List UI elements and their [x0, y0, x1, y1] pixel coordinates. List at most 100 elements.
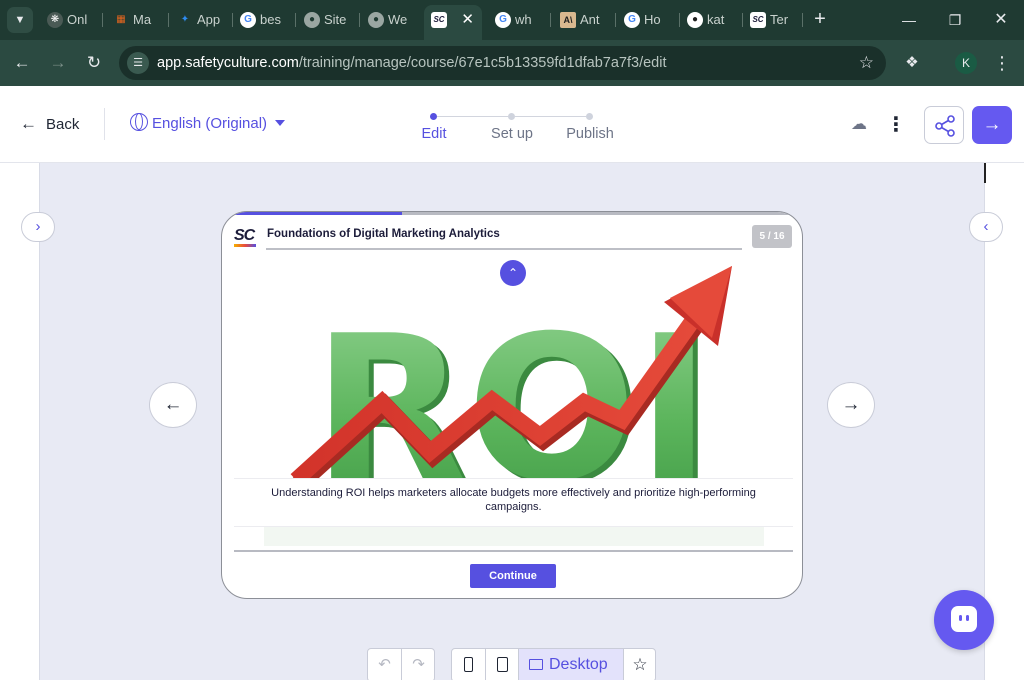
editor-canvas: › ‹ ← → SC Foundations of Digital Market… — [0, 163, 1024, 680]
step-setup[interactable]: Set up — [491, 126, 533, 142]
google-icon: G — [240, 12, 256, 28]
chevron-right-icon: › — [35, 218, 41, 235]
monitor-icon — [529, 659, 543, 670]
browser-tab[interactable]: ● Site — [297, 5, 360, 35]
course-progress-track — [222, 212, 802, 215]
restore-button[interactable]: ❐ — [932, 0, 978, 40]
safetyculture-icon: SC — [750, 12, 766, 28]
desktop-view-button[interactable]: Desktop — [519, 649, 623, 680]
url-text: app.safetyculture.com/training/manage/co… — [157, 55, 667, 71]
github-icon: ● — [687, 12, 703, 28]
forward-nav-icon[interactable]: → — [46, 51, 70, 75]
step-edit[interactable]: Edit — [422, 126, 447, 142]
tablet-icon — [496, 657, 508, 672]
share-button[interactable] — [924, 106, 964, 144]
history-toolbar: ↶ ↷ — [367, 648, 435, 680]
continue-button[interactable]: Continue — [470, 564, 556, 588]
phone-icon — [464, 657, 473, 672]
device-toolbar: Desktop ☆ — [451, 648, 656, 680]
step-dot-publish — [586, 113, 593, 120]
reload-icon[interactable]: ↻ — [82, 51, 106, 75]
slide-content[interactable]: ⌃ ROI ROI Understanding ROI helps market… — [234, 254, 793, 546]
expand-right-panel-button[interactable]: ‹ — [969, 212, 1003, 242]
arrow-left-icon: ← — [20, 114, 37, 133]
share-icon — [935, 115, 955, 137]
back-button[interactable]: ← Back — [20, 112, 79, 136]
course-logo: SC — [234, 227, 258, 247]
google-icon: G — [495, 12, 511, 28]
caret-down-icon — [275, 120, 286, 126]
globe-icon — [130, 112, 148, 131]
google-icon: G — [624, 12, 640, 28]
course-progress-fill — [222, 212, 403, 215]
arrow-right-icon: → — [841, 394, 861, 415]
minimize-button[interactable]: — — [886, 0, 932, 40]
tablet-view-button[interactable] — [486, 649, 518, 680]
browser-tab[interactable]: ● We — [361, 5, 424, 35]
close-tab-icon[interactable]: ✕ — [461, 5, 474, 35]
mobile-view-button[interactable] — [452, 649, 485, 680]
browser-tab[interactable]: G bes — [233, 5, 296, 35]
redo-icon[interactable]: ↷ — [402, 649, 435, 680]
language-selector[interactable]: English (Original) — [130, 112, 286, 136]
step-connector — [437, 116, 508, 117]
browser-tab[interactable]: ❋ Onl — [40, 5, 103, 35]
browser-tab[interactable]: A\ Ant — [553, 5, 616, 35]
text-cursor — [984, 163, 986, 183]
step-publish[interactable]: Publish — [566, 126, 614, 142]
chat-bot-icon — [951, 606, 977, 632]
extensions-icon[interactable]: ❖ — [900, 51, 924, 75]
course-title: Foundations of Digital Marketing Analyti… — [267, 228, 500, 240]
cloud-saved-icon: ☁ — [851, 116, 867, 133]
favorite-star-icon[interactable]: ☆ — [624, 649, 656, 680]
chevron-up-icon: ⌃ — [507, 266, 519, 280]
arrow-right-icon: → — [982, 114, 1002, 135]
browser-tab[interactable]: G Ho — [617, 5, 680, 35]
course-preview-frame: SC Foundations of Digital Marketing Anal… — [221, 211, 803, 599]
step-connector — [515, 116, 586, 117]
close-window-button[interactable]: ✕ — [978, 0, 1024, 40]
butterfly-icon: ✦ — [180, 14, 190, 25]
arrow-left-icon: ← — [163, 394, 183, 415]
tab-search-button[interactable]: ▼ — [7, 7, 33, 33]
more-options-icon[interactable]: ⋮ — [884, 112, 908, 138]
editor-header: ← Back English (Original) Edit Set up Pub… — [0, 86, 1024, 163]
slide-divider — [234, 550, 793, 552]
browser-tab-active[interactable]: SC ✕ — [424, 5, 482, 40]
anthropic-icon: A\ — [560, 12, 576, 28]
step-dot-setup — [508, 113, 515, 120]
browser-tab[interactable]: ▦ Ma — [106, 5, 169, 35]
browser-tab[interactable]: ✦ App — [170, 5, 233, 35]
browser-tab[interactable]: SC Ter — [743, 5, 803, 35]
next-step-button[interactable]: → — [972, 106, 1012, 144]
browser-toolbar: ← → ↻ ☰ app.safetyculture.com/training/m… — [0, 40, 1024, 86]
profile-avatar[interactable]: K — [955, 52, 977, 74]
browser-tab[interactable]: G wh — [488, 5, 551, 35]
chevron-left-icon: ‹ — [983, 218, 989, 235]
page-indicator: 5 / 16 — [752, 225, 792, 248]
step-dot-edit — [430, 113, 437, 120]
browser-tab-strip: ▼ ❋ Onl ▦ Ma ✦ App G bes ● Site ● We SC … — [0, 0, 1024, 40]
globe-icon: ● — [304, 12, 320, 28]
chat-widget-button[interactable] — [934, 590, 994, 650]
workflow-stepper: Edit Set up Publish — [410, 110, 630, 150]
browser-tab[interactable]: ● kat — [680, 5, 743, 35]
title-divider — [266, 248, 742, 250]
pin-icon: ❋ — [47, 12, 63, 28]
slide-caption: Understanding ROI helps marketers alloca… — [234, 478, 793, 527]
blocks-icon: ▦ — [116, 14, 126, 25]
header-divider — [104, 108, 105, 140]
bookmark-star-icon[interactable]: ☆ — [859, 46, 874, 80]
safetyculture-icon: SC — [431, 12, 447, 28]
new-tab-button[interactable]: + — [809, 8, 831, 30]
expand-left-panel-button[interactable]: › — [21, 212, 55, 242]
next-slide-button[interactable]: → — [827, 382, 875, 428]
previous-slide-button[interactable]: ← — [149, 382, 197, 428]
browser-menu-icon[interactable]: ⋮ — [990, 51, 1014, 75]
address-bar[interactable]: ☰ app.safetyculture.com/training/manage/… — [119, 46, 886, 80]
collapse-caption-button[interactable]: ⌃ — [500, 260, 526, 286]
globe-icon: ● — [368, 12, 384, 28]
back-nav-icon[interactable]: ← — [10, 51, 34, 75]
undo-icon[interactable]: ↶ — [368, 649, 401, 680]
site-info-icon[interactable]: ☰ — [127, 52, 149, 74]
